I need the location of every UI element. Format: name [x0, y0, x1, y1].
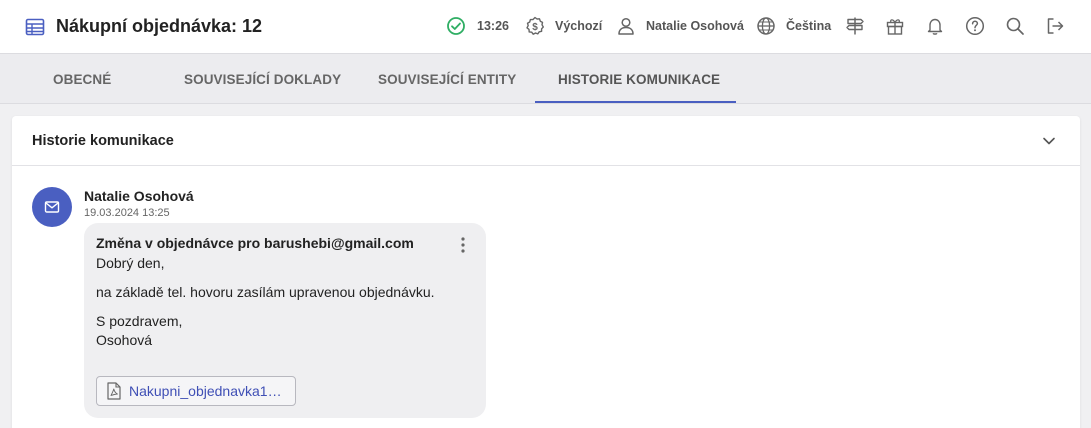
- message-bubble: Změna v objednávce pro barushebi@gmail.c…: [84, 223, 486, 418]
- tab-bar: OBECNÉ SOUVISEJÍCÍ DOKLADY SOUVISEJÍCÍ E…: [0, 54, 1091, 104]
- tab-general[interactable]: OBECNÉ: [53, 72, 111, 87]
- mail-icon: [44, 201, 60, 213]
- page-title: Nákupní objednávka: 12: [56, 16, 263, 36]
- active-tab-indicator: [535, 101, 736, 103]
- globe-icon[interactable]: [754, 14, 778, 38]
- pdf-file-icon: [107, 382, 121, 400]
- gift-icon[interactable]: [883, 14, 907, 38]
- clock-time: 13:26: [477, 19, 509, 33]
- svg-text:$: $: [532, 22, 538, 33]
- communication-history-panel: Historie komunikace Natalie Osohová 19.0…: [12, 116, 1080, 428]
- message-body-line: Osohová: [96, 332, 153, 348]
- panel-header[interactable]: Historie komunikace: [12, 116, 1080, 166]
- message-timestamp: 19.03.2024 13:25: [84, 207, 170, 219]
- message-body-line: S pozdravem,: [96, 313, 183, 329]
- tab-related-documents[interactable]: SOUVISEJÍCÍ DOKLADY: [184, 72, 341, 87]
- attachment-filename: Nakupni_objednavka12.pdf: [129, 383, 284, 399]
- more-options-icon[interactable]: [454, 235, 472, 255]
- chevron-down-icon[interactable]: [1038, 130, 1060, 152]
- user-icon[interactable]: [614, 14, 638, 38]
- table-icon: [25, 18, 45, 36]
- help-icon[interactable]: [963, 14, 987, 38]
- message-subject: Změna v objednávce pro barushebi@gmail.c…: [96, 235, 414, 251]
- search-icon[interactable]: [1003, 14, 1027, 38]
- currency-label[interactable]: Výchozí: [555, 19, 602, 33]
- panel-title: Historie komunikace: [32, 133, 174, 149]
- message-author: Natalie Osohová: [84, 188, 194, 204]
- user-name[interactable]: Natalie Osohová: [646, 19, 744, 33]
- logout-icon[interactable]: [1043, 14, 1067, 38]
- top-bar: Nákupní objednávka: 12 13:26 $ Výchozí N…: [0, 0, 1091, 54]
- tab-related-entities[interactable]: SOUVISEJÍCÍ ENTITY: [378, 72, 516, 87]
- bell-icon[interactable]: [923, 14, 947, 38]
- avatar: [32, 187, 72, 227]
- message-body-line: na základě tel. hovoru zasílám upravenou…: [96, 284, 435, 300]
- tab-communication-history[interactable]: HISTORIE KOMUNIKACE: [558, 72, 720, 87]
- attachment-button[interactable]: Nakupni_objednavka12.pdf: [96, 376, 296, 406]
- dollar-gear-icon[interactable]: $: [523, 14, 547, 38]
- language-label[interactable]: Čeština: [786, 19, 831, 33]
- signpost-icon[interactable]: [843, 14, 867, 38]
- message-body-line: Dobrý den,: [96, 255, 165, 271]
- check-circle-icon: [444, 14, 468, 38]
